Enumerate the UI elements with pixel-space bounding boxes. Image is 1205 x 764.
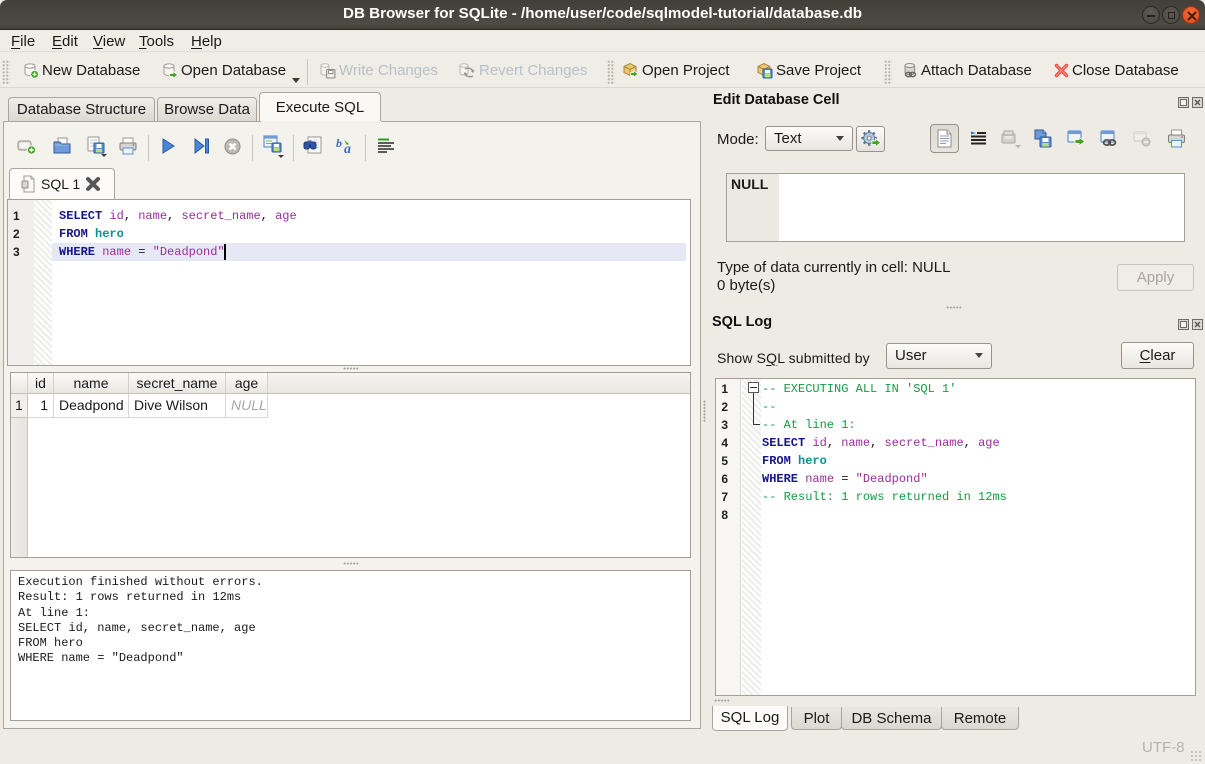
svg-text:b: b [336,136,342,150]
